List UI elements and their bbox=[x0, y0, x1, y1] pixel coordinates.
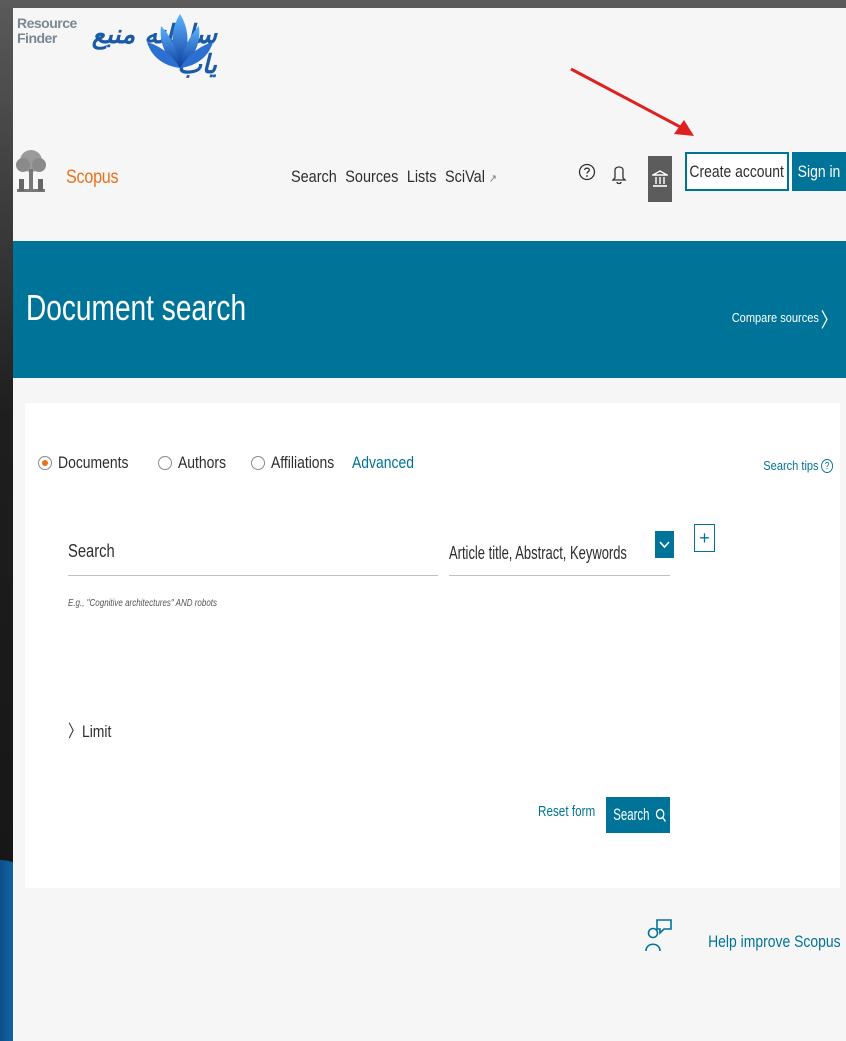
create-account-button[interactable]: Create account bbox=[685, 152, 789, 191]
search-input-wrapper bbox=[68, 531, 438, 576]
page-banner: Document search Compare sources〉 bbox=[13, 241, 846, 378]
page-title: Document search bbox=[26, 287, 247, 328]
nav-scival[interactable]: SciVal ↗ bbox=[445, 167, 497, 187]
nav-lists[interactable]: Lists bbox=[407, 167, 437, 187]
radio-documents[interactable]: Documents bbox=[38, 453, 144, 473]
elsevier-logo-icon bbox=[13, 149, 49, 199]
radio-selected-icon bbox=[38, 456, 52, 470]
nav-search[interactable]: Search bbox=[291, 167, 337, 187]
help-icon[interactable] bbox=[578, 163, 596, 181]
dropdown-button[interactable] bbox=[655, 531, 674, 558]
main-nav: Search Sources Lists SciVal ↗ bbox=[291, 167, 497, 187]
institution-icon bbox=[652, 170, 668, 187]
help-improve-link[interactable]: Help improve Scopus bbox=[645, 918, 841, 952]
search-example: E.g., "Cognitive architectures" AND robo… bbox=[68, 598, 217, 609]
search-tips-link[interactable]: Search tips ? bbox=[763, 458, 833, 473]
limit-toggle[interactable]: 〉Limit bbox=[68, 717, 111, 742]
annotation-arrow-icon bbox=[570, 67, 694, 136]
scopus-brand[interactable]: Scopus bbox=[66, 167, 119, 189]
help-circle-icon: ? bbox=[821, 458, 833, 473]
search-button[interactable]: Search bbox=[606, 797, 670, 833]
search-field-value: Article title, Abstract, Keywords bbox=[449, 543, 627, 563]
compare-sources-link[interactable]: Compare sources〉 bbox=[732, 304, 838, 333]
lotus-icon bbox=[147, 14, 213, 68]
scopus-page: Resource Finder سامانه منبع یاب Scopus S… bbox=[13, 8, 846, 1041]
external-link-icon: ↗ bbox=[488, 173, 497, 185]
search-field-select[interactable]: Article title, Abstract, Keywords bbox=[449, 531, 674, 576]
reset-form-link[interactable]: Reset form bbox=[538, 803, 595, 820]
bell-icon[interactable] bbox=[611, 163, 627, 185]
radio-authors[interactable]: Authors bbox=[157, 453, 237, 473]
institution-button[interactable] bbox=[648, 156, 672, 202]
radio-icon bbox=[250, 456, 265, 470]
radio-icon bbox=[157, 456, 172, 470]
resource-finder-logo: Resource Finder سامانه منبع یاب bbox=[17, 12, 217, 80]
chevron-down-icon bbox=[659, 540, 670, 548]
search-type-radios: Documents Authors Affiliations Advanced bbox=[38, 453, 427, 473]
sign-in-button[interactable]: Sign in bbox=[792, 152, 846, 191]
advanced-search-link[interactable]: Advanced bbox=[352, 453, 414, 473]
add-search-field-button[interactable]: + bbox=[694, 524, 715, 552]
chevron-right-icon: 〉 bbox=[821, 310, 838, 332]
search-input[interactable] bbox=[68, 531, 372, 562]
feedback-person-icon bbox=[645, 919, 673, 952]
radio-affiliations[interactable]: Affiliations bbox=[250, 453, 348, 473]
search-icon bbox=[655, 808, 666, 822]
site-header: Scopus Search Sources Lists SciVal ↗ Cre… bbox=[13, 143, 846, 203]
search-card: Documents Authors Affiliations Advanced … bbox=[25, 403, 840, 888]
nav-sources[interactable]: Sources bbox=[345, 167, 398, 187]
